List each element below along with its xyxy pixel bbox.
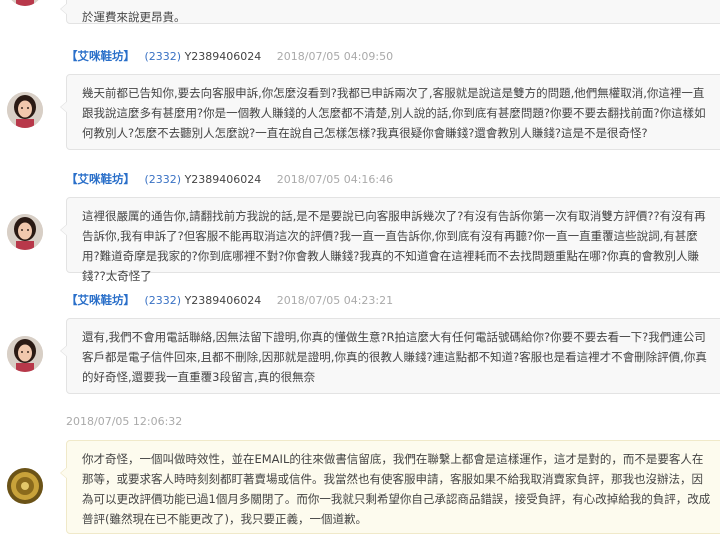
avatar xyxy=(7,214,43,250)
avatar-photo-icon xyxy=(7,92,43,128)
store-name-link[interactable]: 【艾咪鞋坊】 xyxy=(66,172,135,186)
message-meta: 【艾咪鞋坊】 (2332) Y2389406024 2018/07/05 04:… xyxy=(66,291,393,309)
store-name-link[interactable]: 【艾咪鞋坊】 xyxy=(66,293,135,307)
reply-text: 你才奇怪，一個叫做時效性，並在EMAIL的往來做書信留底，我們在聯繫上都會是這樣… xyxy=(82,452,711,526)
message-timestamp: 2018/07/05 04:09:50 xyxy=(276,50,394,63)
rating-message-thread: 於運費來說更昂貴。 【艾咪鞋坊】 (2332) Y2389406024 2018… xyxy=(0,0,720,534)
avatar-photo-icon xyxy=(7,0,43,6)
message-meta: 【艾咪鞋坊】 (2332) Y2389406024 2018/07/05 04:… xyxy=(66,170,393,188)
message-text: 這裡很嚴厲的通告你,請翻找前方我說的話,是不是要說已向客服申訴幾次了?有沒有告訴… xyxy=(82,209,706,283)
message-bubble: 幾天前都已告知你,要去向客服申訴,你怎麼沒看到?我都已申訴兩次了,客服就是說這是… xyxy=(60,74,720,150)
avatar xyxy=(7,468,43,504)
rating-count-link[interactable]: (2332) xyxy=(145,173,182,186)
reply-meta: 2018/07/05 12:06:32 xyxy=(66,413,182,431)
avatar-photo-icon xyxy=(7,336,43,372)
rating-count-link[interactable]: (2332) xyxy=(145,50,182,63)
avatar-photo-icon xyxy=(7,214,43,250)
account-id: Y2389406024 xyxy=(184,294,262,307)
message-bubble: 於運費來說更昂貴。 xyxy=(60,0,720,24)
message-text: 幾天前都已告知你,要去向客服申訴,你怎麼沒看到?我都已申訴兩次了,客服就是說這是… xyxy=(82,86,706,140)
message-text: 於運費來說更昂貴。 xyxy=(82,10,186,24)
message-bubble: 還有,我們不會用電話聯絡,因無法留下證明,你真的懂做生意?R拍這麼大有任何電話號… xyxy=(60,318,720,394)
rating-count-link[interactable]: (2332) xyxy=(145,294,182,307)
message-timestamp: 2018/07/05 04:23:21 xyxy=(276,294,394,307)
message-text: 還有,我們不會用電話聯絡,因無法留下證明,你真的懂做生意?R拍這麼大有任何電話號… xyxy=(82,330,707,384)
reply-bubble: 你才奇怪，一個叫做時效性，並在EMAIL的往來做書信留底，我們在聯繫上都會是這樣… xyxy=(60,440,720,534)
avatar xyxy=(7,336,43,372)
avatar xyxy=(7,0,43,6)
account-id: Y2389406024 xyxy=(184,50,262,63)
message-timestamp: 2018/07/05 04:16:46 xyxy=(276,173,394,186)
avatar xyxy=(7,92,43,128)
account-id: Y2389406024 xyxy=(184,173,262,186)
store-logo-icon xyxy=(7,468,43,504)
store-name-link[interactable]: 【艾咪鞋坊】 xyxy=(66,49,135,63)
message-bubble: 這裡很嚴厲的通告你,請翻找前方我說的話,是不是要說已向客服申訴幾次了?有沒有告訴… xyxy=(60,197,720,283)
reply-timestamp: 2018/07/05 12:06:32 xyxy=(66,415,183,428)
message-meta: 【艾咪鞋坊】 (2332) Y2389406024 2018/07/05 04:… xyxy=(66,47,393,65)
